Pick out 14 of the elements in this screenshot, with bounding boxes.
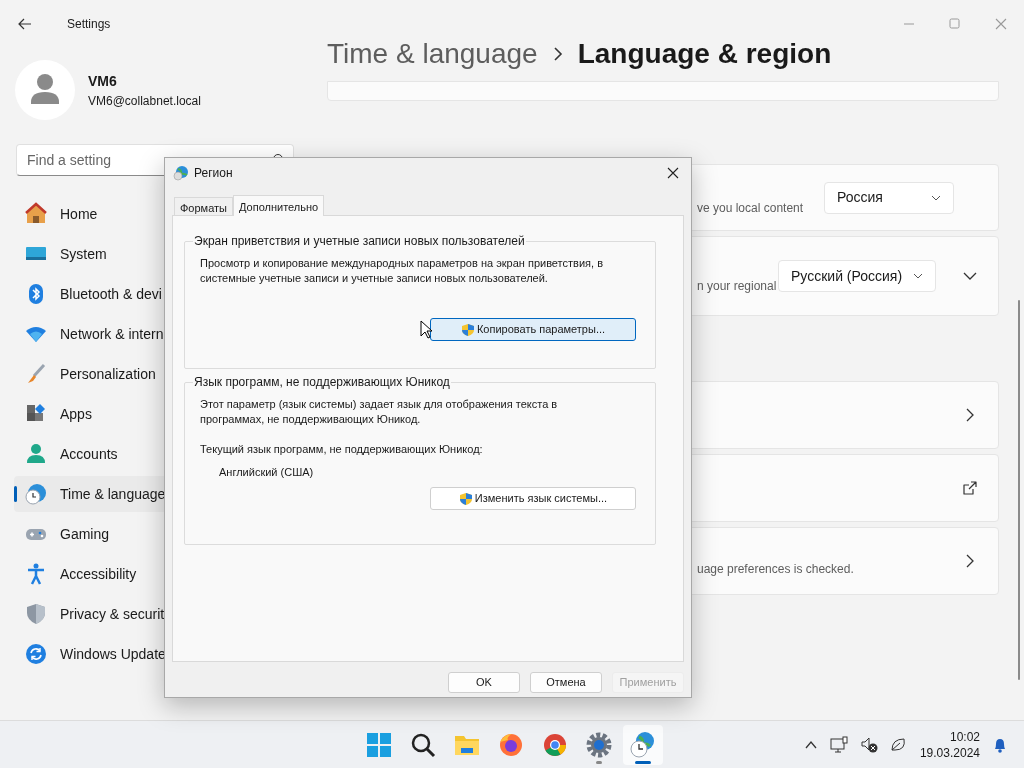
current-language-label: Текущий язык программ, не поддерживающих Юникод: <box>200 442 484 457</box>
user-name: VM6 <box>88 71 118 91</box>
group-description: Просмотр и копирование международных параметров на экран приветствия, в системные учетные записи и учетные записи новых пользователей. <box>200 256 604 286</box>
setting-description: ve you local content <box>697 199 804 217</box>
setting-description: n your regional <box>697 278 777 295</box>
group-description: Этот параметр (язык системы) задает язык для отображения текста в программах, не поддерживающих Юникод. <box>200 397 559 427</box>
setting-description: uage preferences is checked. <box>697 561 854 578</box>
clock-time: 10:02 <box>949 728 980 745</box>
clock-date: 19.03.2024 <box>919 744 980 761</box>
group-title: Язык программ, не поддерживающих Юникод <box>193 375 451 389</box>
page-title: Language & region <box>577 36 832 71</box>
window-title: Settings <box>67 16 111 33</box>
group-title: Экран приветствия и учетные записи новых пользователей <box>193 234 526 248</box>
user-email: VM6@collabnet.local <box>88 92 201 110</box>
